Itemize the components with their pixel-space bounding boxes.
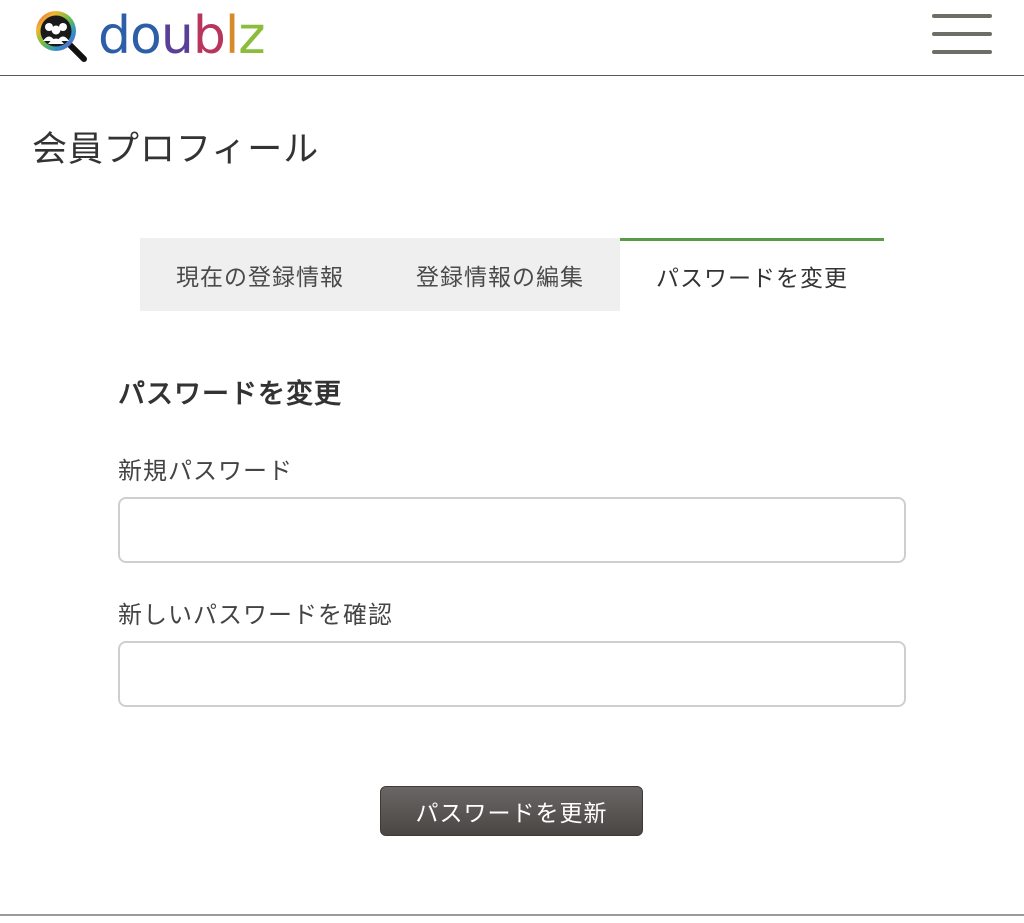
new-password-label: 新規パスワード [118, 457, 293, 485]
update-password-button[interactable]: パスワードを更新 [380, 786, 643, 836]
new-password-input[interactable] [118, 497, 906, 563]
logo-wordmark: doublz [98, 6, 266, 66]
tab-change-password[interactable]: パスワードを変更 [620, 238, 884, 311]
confirm-password-input[interactable] [118, 641, 906, 707]
confirm-password-label: 新しいパスワードを確認 [118, 601, 393, 629]
page-title: 会員プロフィール [32, 130, 320, 170]
section-title: パスワードを変更 [118, 379, 342, 410]
profile-tabs: 現在の登録情報 登録情報の編集 パスワードを変更 [140, 238, 884, 311]
tab-edit-info[interactable]: 登録情報の編集 [380, 238, 620, 311]
hamburger-menu-icon[interactable] [930, 12, 994, 56]
footer-divider [0, 914, 1024, 916]
site-header: doublz [0, 0, 1024, 76]
magnifier-people-icon [36, 11, 87, 62]
tab-current-info[interactable]: 現在の登録情報 [140, 238, 380, 311]
site-logo[interactable]: doublz [34, 6, 266, 66]
